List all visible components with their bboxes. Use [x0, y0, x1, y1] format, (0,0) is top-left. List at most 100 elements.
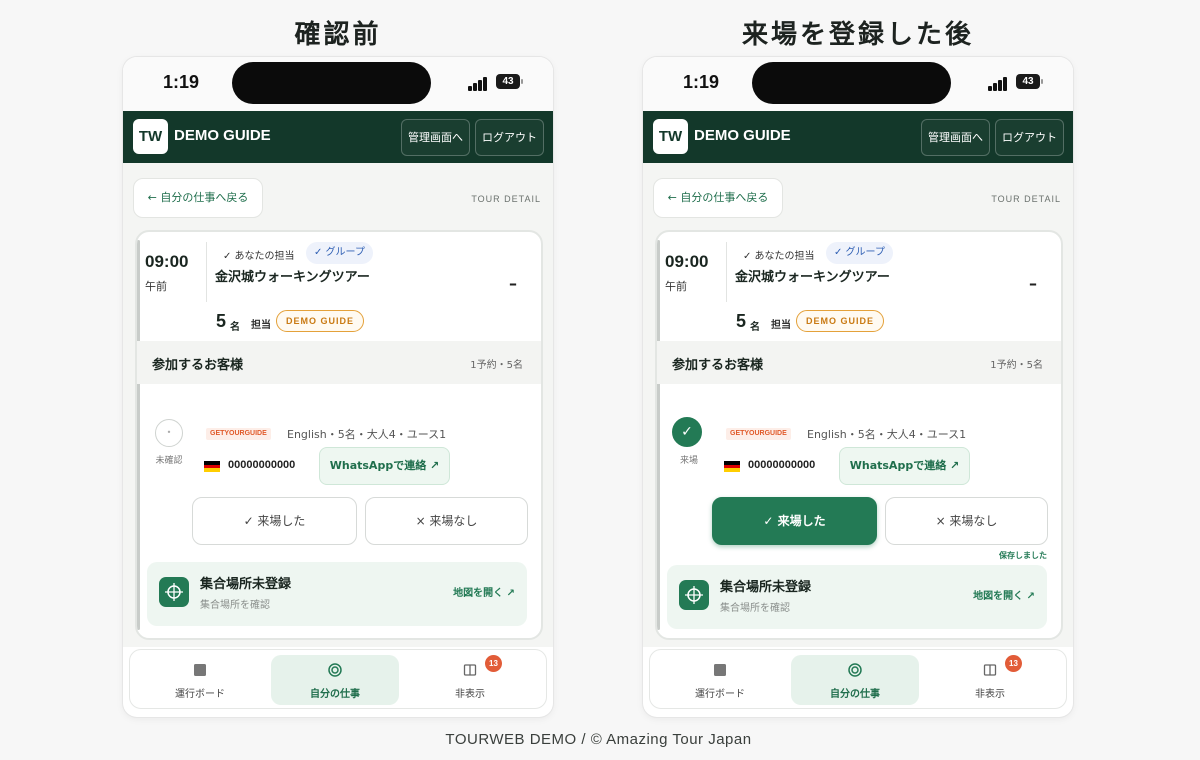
back-to-my-work-button[interactable]: ← 自分の仕事へ戻る — [133, 178, 263, 218]
meeting-title: 集合場所未登録 — [200, 577, 292, 592]
page-content: ← 自分の仕事へ戻る TOUR DETAIL 09:00 午前 ✓ あなたの担当… — [643, 163, 1073, 647]
tour-name: 金沢城ウォーキングツアー — [735, 270, 890, 285]
target-icon — [848, 662, 862, 677]
saved-message: 保存しました — [999, 551, 1047, 560]
status-time: 1:19 — [163, 72, 200, 92]
pax-unit: 名 — [750, 322, 760, 333]
guide-badge: DEMO GUIDE — [276, 310, 365, 332]
unconfirmed-circle-icon[interactable]: • — [155, 419, 183, 447]
tour-time: 09:00 — [665, 252, 709, 271]
arrived-button[interactable]: ✓ 来場した — [192, 497, 357, 545]
guests-header: 参加するお客様 1予約・5名 — [137, 341, 541, 384]
pax-unit: 名 — [230, 322, 240, 333]
nav-label: 運行ボード — [175, 689, 225, 700]
status-bar: 1:19 43 — [123, 57, 553, 111]
nav-item-board[interactable]: 運行ボード — [656, 655, 784, 705]
tour-ampm: 午前 — [665, 280, 687, 293]
target-icon — [328, 662, 342, 677]
mine-tag: ✓ あなたの担当 — [223, 251, 295, 262]
nav-item-hidden[interactable]: 13 非表示 — [406, 655, 534, 705]
collapse-dash[interactable]: – — [509, 274, 517, 293]
arrived-button[interactable]: ✓ 来場した — [712, 497, 877, 545]
logout-button[interactable]: ログアウト — [475, 119, 544, 156]
no-show-button[interactable]: × 来場なし — [885, 497, 1048, 545]
app-logo: TW — [653, 119, 688, 154]
german-flag-icon — [724, 461, 740, 472]
columns-icon — [983, 662, 997, 676]
columns-icon — [463, 662, 477, 676]
nav-item-hidden[interactable]: 13 非表示 — [926, 655, 1054, 705]
guests-title: 参加するお客様 — [152, 358, 244, 373]
app-header: TW DEMO GUIDE 管理画面へ ログアウト — [643, 111, 1073, 163]
back-to-my-work-button[interactable]: ← 自分の仕事へ戻る — [653, 178, 783, 218]
guests-count: 1予約・5名 — [470, 360, 523, 371]
whatsapp-button[interactable]: WhatsAppで連絡 ↗ — [319, 447, 450, 485]
booking-info: English・5名・大人4・ユース1 — [287, 428, 447, 441]
panel-title-after: 来場を登録した後 — [741, 20, 974, 50]
nav-label: 運行ボード — [695, 689, 745, 700]
app-header: TW DEMO GUIDE 管理画面へ ログアウト — [123, 111, 553, 163]
open-map-link[interactable]: 地図を開く ↗ — [973, 587, 1035, 602]
crosshair-icon — [159, 577, 189, 607]
meeting-subtitle: 集合場所を確認 — [200, 600, 270, 611]
nav-label: 非表示 — [975, 689, 1005, 700]
logout-button[interactable]: ログアウト — [995, 119, 1064, 156]
checkin-status-label: 来場 — [679, 456, 698, 466]
signal-icon — [468, 77, 490, 91]
board-icon — [193, 662, 207, 676]
checked-circle-icon[interactable]: ✓ — [672, 417, 702, 447]
status-time: 1:19 — [683, 72, 720, 92]
getyourguide-badge: GETYOURGUIDE — [206, 428, 271, 440]
getyourguide-badge: GETYOURGUIDE — [726, 428, 791, 440]
guide-label: 担当 — [771, 320, 791, 331]
divider — [726, 242, 727, 302]
tour-name: 金沢城ウォーキングツアー — [215, 270, 370, 285]
german-flag-icon — [204, 461, 220, 472]
admin-button[interactable]: 管理画面へ — [921, 119, 990, 156]
dynamic-island — [752, 62, 951, 104]
nav-item-board[interactable]: 運行ボード — [136, 655, 264, 705]
guests-title: 参加するお客様 — [672, 358, 764, 373]
group-tag: ✓ グループ — [826, 242, 893, 264]
app-logo: TW — [133, 119, 168, 154]
brand-name: DEMO GUIDE — [694, 127, 791, 144]
battery-icon: 43 — [496, 74, 523, 89]
meeting-point-box: 集合場所未登録 集合場所を確認 地図を開く ↗ — [147, 562, 527, 626]
no-show-button[interactable]: × 来場なし — [365, 497, 528, 545]
tour-time: 09:00 — [145, 252, 189, 271]
guests-count: 1予約・5名 — [990, 360, 1043, 371]
pax-count: 5 — [736, 311, 747, 331]
dynamic-island — [232, 62, 431, 104]
collapse-dash[interactable]: – — [1029, 274, 1037, 293]
page-content: ← 自分の仕事へ戻る TOUR DETAIL 09:00 午前 ✓ あなたの担当… — [123, 163, 553, 647]
bottom-nav: 運行ボード 自分の仕事 13 非表示 — [129, 649, 547, 709]
checkin-status-label: 未確認 — [155, 456, 183, 466]
nav-label: 非表示 — [455, 689, 485, 700]
panel-title-before: 確認前 — [294, 20, 382, 50]
page-label: TOUR DETAIL — [471, 194, 541, 204]
booking-info: English・5名・大人4・ユース1 — [807, 428, 967, 441]
group-tag: ✓ グループ — [306, 242, 373, 264]
crosshair-icon — [679, 580, 709, 610]
meeting-point-box: 集合場所未登録 集合場所を確認 地図を開く ↗ — [667, 565, 1047, 629]
nav-item-mine[interactable]: 自分の仕事 — [271, 655, 399, 705]
mine-tag: ✓ あなたの担当 — [743, 251, 815, 262]
meeting-subtitle: 集合場所を確認 — [720, 603, 790, 614]
brand-name: DEMO GUIDE — [174, 127, 271, 144]
footer-credit: TOURWEB DEMO / © Amazing Tour Japan — [445, 731, 752, 748]
status-bar: 1:19 43 — [643, 57, 1073, 111]
page-label: TOUR DETAIL — [991, 194, 1061, 204]
tour-card: 09:00 午前 ✓ あなたの担当 ✓ グループ 金沢城ウォーキングツアー – … — [135, 230, 543, 640]
whatsapp-button[interactable]: WhatsAppで連絡 ↗ — [839, 447, 970, 485]
guests-header: 参加するお客様 1予約・5名 — [657, 341, 1061, 384]
open-map-link[interactable]: 地図を開く ↗ — [453, 584, 515, 599]
guest-phone: 00000000000 — [748, 459, 816, 471]
signal-icon — [988, 77, 1010, 91]
tour-card: 09:00 午前 ✓ あなたの担当 ✓ グループ 金沢城ウォーキングツアー – … — [655, 230, 1063, 640]
nav-label: 自分の仕事 — [830, 689, 880, 700]
admin-button[interactable]: 管理画面へ — [401, 119, 470, 156]
guide-label: 担当 — [251, 320, 271, 331]
nav-item-mine[interactable]: 自分の仕事 — [791, 655, 919, 705]
guide-badge: DEMO GUIDE — [796, 310, 885, 332]
board-icon — [713, 662, 727, 676]
